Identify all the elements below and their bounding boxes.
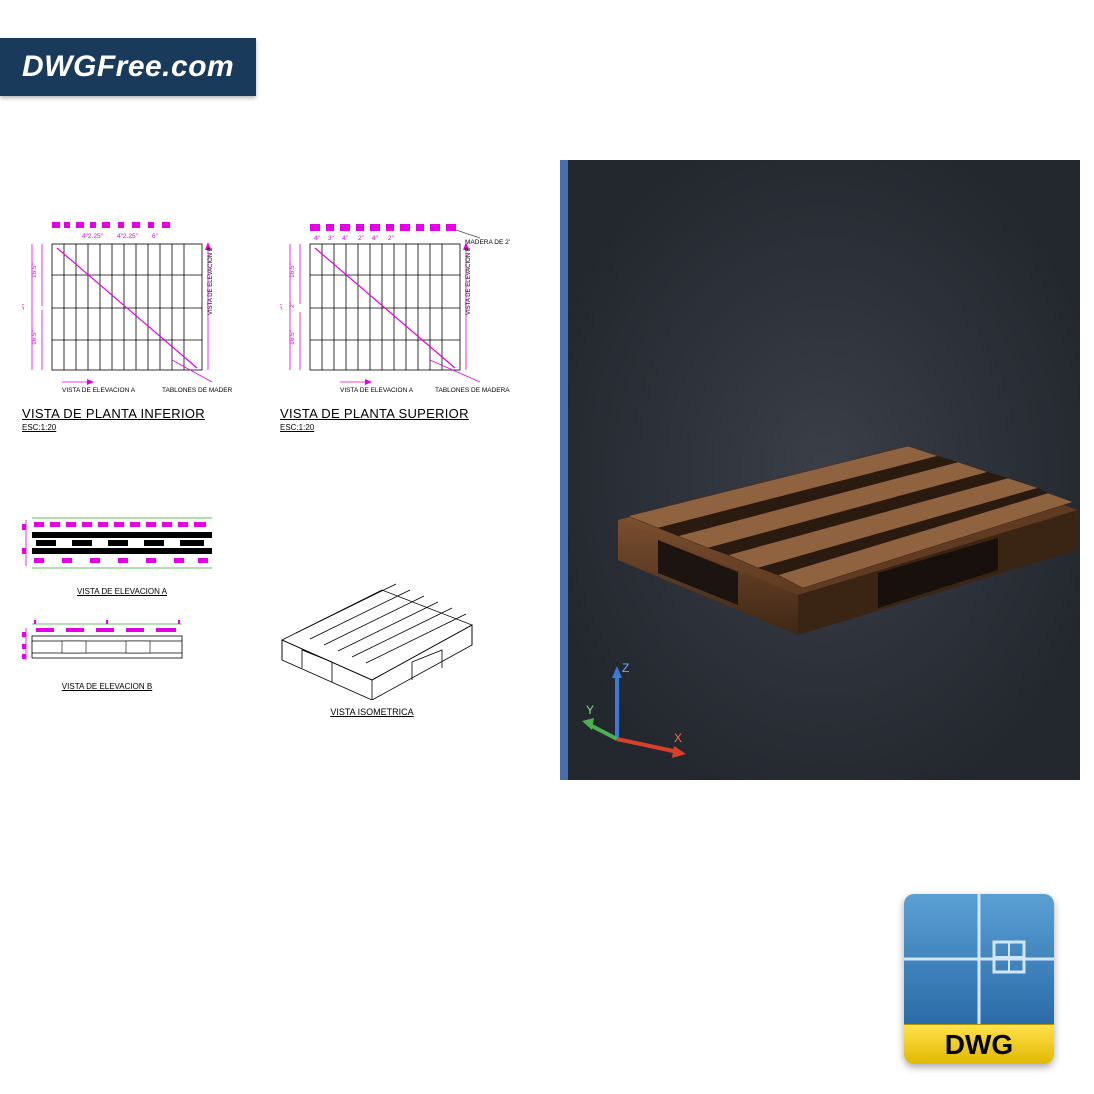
svg-text:4": 4": [372, 235, 379, 242]
svg-text:37": 37": [22, 300, 26, 310]
plan-view-superior: 42.5" 4" 3" 4" 2" 4" 2" MADERA DE 2"X4": [280, 220, 490, 432]
svg-text:6": 6": [152, 233, 159, 240]
site-watermark: DWGFree.com: [0, 38, 256, 96]
svg-text:16.5": 16.5": [289, 262, 296, 278]
axis-gizmo-icon: Z X Y: [582, 654, 692, 764]
svg-text:VISTA DE ELEVACION A: VISTA DE ELEVACION A: [340, 387, 414, 394]
elevation-a: VISTA DE ELEVACION A: [22, 510, 222, 596]
technical-drawings: 4"2.25" 4"2.25" 6" 37" 16.5" 16.5": [22, 220, 542, 920]
isometric-label: VISTA ISOMETRICA: [262, 707, 482, 717]
svg-text:16.5": 16.5": [289, 329, 296, 345]
pallet-3d-render: [578, 390, 1078, 650]
svg-text:4"2.25": 4"2.25": [82, 233, 104, 240]
plan-superior-scale: ESC:1:20: [280, 423, 490, 432]
elevation-b-label: VISTA DE ELEVACION B: [22, 682, 192, 691]
dwg-file-badge: DWG: [904, 894, 1054, 1064]
svg-text:37": 37": [280, 300, 284, 310]
elevation-b: VISTA DE ELEVACION B: [22, 620, 192, 691]
svg-text:TABLONES DE MADERA 1"X4": TABLONES DE MADERA 1"X4": [162, 387, 232, 394]
plan-inferior-scale: ESC:1:20: [22, 423, 232, 432]
dwg-badge-icon: [904, 894, 1054, 1024]
plan-inferior-title: VISTA DE PLANTA INFERIOR: [22, 406, 232, 421]
isometric-view: VISTA ISOMETRICA: [262, 530, 482, 717]
svg-text:2": 2": [289, 301, 296, 308]
drawing-stage: Z X Y 4"2.25" 4"2.25": [0, 160, 1094, 920]
svg-text:4": 4": [342, 235, 349, 242]
elevation-a-label: VISTA DE ELEVACION A: [22, 587, 222, 596]
plan-view-inferior: 4"2.25" 4"2.25" 6" 37" 16.5" 16.5": [22, 220, 232, 432]
svg-text:3": 3": [328, 235, 335, 242]
svg-text:X: X: [674, 731, 682, 745]
svg-text:Y: Y: [586, 703, 594, 717]
svg-text:VISTA DE ELEVACION B: VISTA DE ELEVACION B: [208, 247, 214, 315]
svg-text:TABLONES DE MADERA 1"X4": TABLONES DE MADERA 1"X4": [435, 387, 510, 394]
viewport-3d[interactable]: Z X Y: [560, 160, 1080, 780]
svg-text:4"2.25": 4"2.25": [117, 233, 139, 240]
svg-text:VISTA DE ELEVACION B: VISTA DE ELEVACION B: [466, 247, 472, 315]
svg-text:Z: Z: [622, 661, 629, 675]
plan-superior-title: VISTA DE PLANTA SUPERIOR: [280, 406, 490, 421]
dwg-badge-label: DWG: [904, 1024, 1054, 1064]
svg-text:16.5": 16.5": [31, 262, 38, 278]
svg-text:MADERA DE 2"X4": MADERA DE 2"X4": [465, 239, 510, 246]
svg-text:16.5": 16.5": [31, 329, 38, 345]
svg-text:2": 2": [388, 235, 395, 242]
svg-text:2": 2": [358, 235, 365, 242]
svg-text:4": 4": [314, 235, 321, 242]
svg-text:VISTA DE ELEVACION A: VISTA DE ELEVACION A: [62, 387, 136, 394]
